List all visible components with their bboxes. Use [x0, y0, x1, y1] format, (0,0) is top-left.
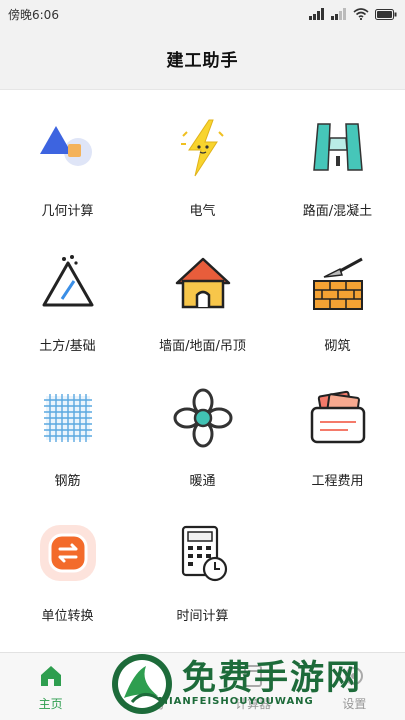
tab-label: 设置: [342, 697, 367, 711]
settings-icon: [341, 663, 367, 689]
tile-label: 砌筑: [324, 339, 351, 354]
tile-masonry[interactable]: 砌筑: [270, 227, 405, 362]
status-time: 傍晚6:06: [8, 7, 59, 22]
signal-icon: [309, 8, 325, 20]
tile-cost[interactable]: 工程费用: [270, 362, 405, 497]
status-icons: [309, 8, 397, 20]
tile-label: 工程费用: [311, 474, 364, 489]
tile-label: 钢筋: [54, 474, 81, 489]
tab-settings[interactable]: 设置: [304, 653, 405, 720]
tile-label: 墙面/地面/吊顶: [159, 339, 246, 354]
page-title: 建工助手: [166, 51, 239, 71]
search-icon: [139, 663, 165, 689]
tile-rebar[interactable]: 钢筋: [0, 362, 135, 497]
tile-time-calc[interactable]: 时间计算: [135, 497, 270, 632]
lightning-icon: [171, 116, 235, 180]
tile-unit-convert[interactable]: 单位转换: [0, 497, 135, 632]
calculator-icon: [240, 663, 266, 689]
calculator-clock-icon: [171, 521, 235, 585]
rebar-mesh-icon: [36, 386, 100, 450]
status-bar: 傍晚6:06: [0, 0, 405, 28]
tab-label: 主页: [38, 697, 63, 711]
signal-icon-2: [331, 8, 347, 20]
app-header: 建工助手: [0, 28, 405, 90]
battery-icon: [375, 8, 397, 20]
tab-calculator[interactable]: 计算器: [203, 653, 304, 720]
tile-label: 单位转换: [41, 609, 94, 624]
tile-electric[interactable]: 电气: [135, 92, 270, 227]
home-icon: [38, 663, 64, 689]
tab-label: 计算器: [235, 697, 272, 711]
wifi-icon: [353, 8, 369, 20]
unit-convert-icon: [36, 521, 100, 585]
geometry-icon: [36, 116, 100, 180]
tile-label: 时间计算: [176, 609, 229, 624]
tile-hvac[interactable]: 暖通: [135, 362, 270, 497]
wallet-icon: [306, 386, 370, 450]
house-icon: [171, 251, 235, 315]
tile-label: 电气: [189, 204, 216, 219]
tile-wall-floor[interactable]: 墙面/地面/吊顶: [135, 227, 270, 362]
tile-earthwork[interactable]: 土方/基础: [0, 227, 135, 362]
brick-wall-icon: [306, 251, 370, 315]
tile-road[interactable]: 路面/混凝土: [270, 92, 405, 227]
tab-search[interactable]: 查询: [101, 653, 202, 720]
bottom-tab-bar: 主页 查询 计算器 设置: [0, 652, 405, 720]
tile-label: 几何计算: [41, 204, 94, 219]
fan-icon: [171, 386, 235, 450]
tab-home[interactable]: 主页: [0, 653, 101, 720]
road-icon: [306, 116, 370, 180]
tab-label: 查询: [139, 697, 164, 711]
tile-geometry[interactable]: 几何计算: [0, 92, 135, 227]
tile-label: 路面/混凝土: [302, 204, 373, 219]
tile-label: 土方/基础: [39, 339, 96, 354]
tile-label: 暖通: [189, 474, 216, 489]
earthwork-icon: [36, 251, 100, 315]
